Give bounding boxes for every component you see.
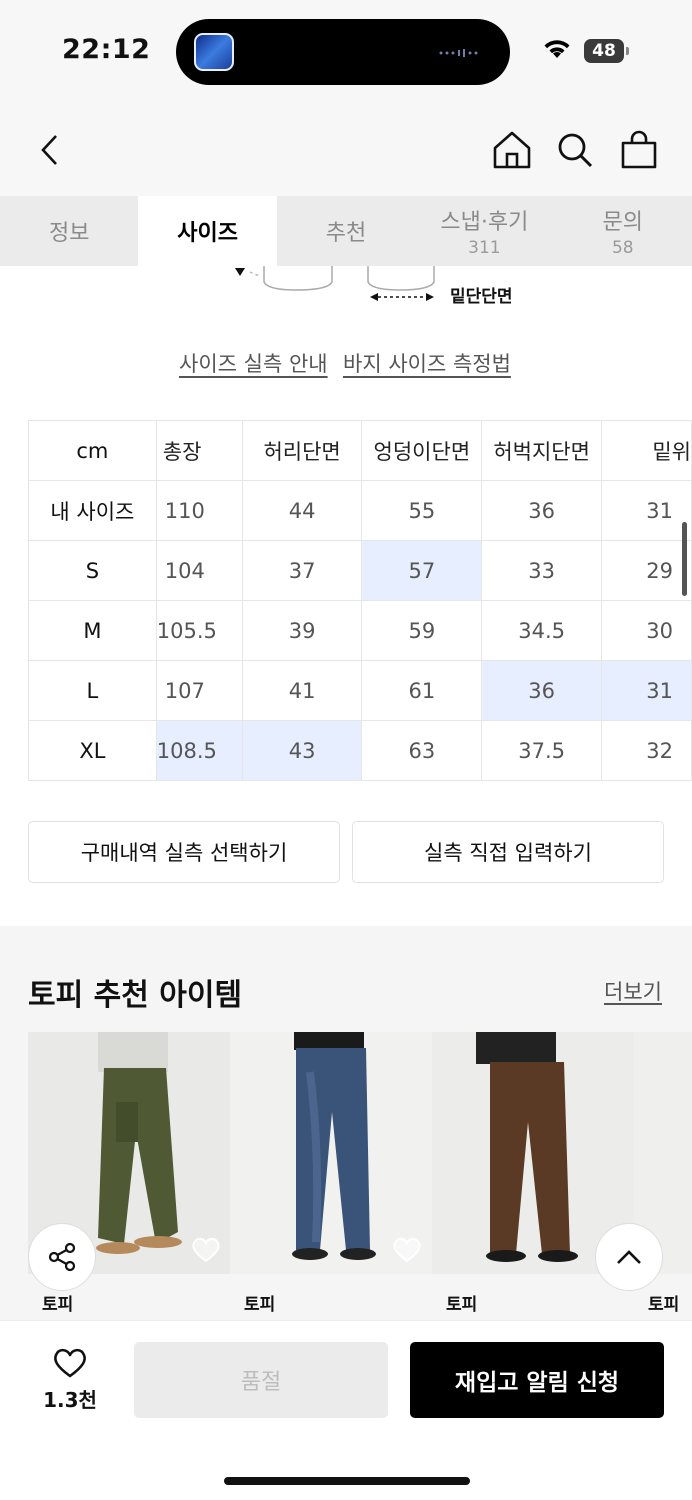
home-icon[interactable] [492, 130, 532, 170]
table-row[interactable]: M 105.5 39 59 34.5 30 [28, 600, 692, 661]
column-header: 밑위 [601, 420, 692, 481]
table-cell: 110 [155, 480, 243, 541]
manual-input-button[interactable]: 실측 직접 입력하기 [352, 821, 664, 883]
column-header: 총장 [155, 420, 243, 481]
table-row[interactable]: 내 사이즈 110 44 55 36 31 [28, 480, 692, 541]
table-cell: 39 [241, 600, 363, 661]
table-cell: 108.5 [155, 720, 243, 781]
table-cell: 105.5 [155, 600, 243, 661]
tab-size[interactable]: 사이즈 [138, 196, 277, 266]
like-heart-icon[interactable] [52, 1347, 88, 1379]
now-playing-app-icon [194, 33, 234, 71]
table-row[interactable]: S 104 37 57 33 29 [28, 540, 692, 601]
table-cell: 34.5 [481, 600, 603, 661]
top-nav [0, 100, 692, 196]
tab-snap-review[interactable]: 스냅·후기 311 [415, 196, 553, 266]
back-icon[interactable] [38, 134, 62, 166]
product-brand[interactable]: 토피 [648, 1290, 679, 1315]
hem-width-label: 밑단단면 [450, 287, 513, 307]
heart-icon[interactable] [191, 1237, 221, 1263]
table-cell: 32 [601, 720, 692, 781]
select-purchase-button[interactable]: 구매내역 실측 선택하기 [28, 821, 340, 883]
table-cell: 63 [361, 720, 483, 781]
more-link[interactable]: 더보기 [604, 976, 662, 1006]
product-brand[interactable]: 토피 [446, 1290, 477, 1315]
table-cell: 57 [361, 540, 483, 601]
unit-cell: cm [28, 420, 157, 481]
table-row[interactable]: L 107 41 61 36 31 [28, 660, 692, 721]
column-header: 엉덩이단면 [361, 420, 483, 481]
table-cell: 55 [361, 480, 483, 541]
heart-icon[interactable] [392, 1237, 422, 1263]
measure-guide-link[interactable]: 바지 사이즈 측정법 [343, 348, 511, 378]
table-cell: 61 [361, 660, 483, 721]
product-brand[interactable]: 토피 [42, 1290, 73, 1315]
table-cell: 44 [241, 480, 363, 541]
table-cell: 31 [601, 660, 692, 721]
like-count: 1.3천 [43, 1388, 97, 1412]
restock-alert-button[interactable]: 재입고 알림 신청 [410, 1342, 664, 1418]
size-table: cm 총장 허리단면 엉덩이단면 허벅지단면 밑위 내 사이즈 110 44 5… [28, 420, 692, 781]
tab-inquiry[interactable]: 문의 58 [554, 196, 692, 266]
chevron-up-icon [617, 1250, 641, 1264]
measurement-diagram [235, 266, 435, 301]
table-cell: 29 [601, 540, 692, 601]
table-cell: 43 [241, 720, 363, 781]
table-cell: 107 [155, 660, 243, 721]
row-label: S [28, 540, 157, 601]
table-cell: 36 [481, 660, 603, 721]
table-cell: 31 [601, 480, 692, 541]
review-count: 311 [468, 238, 501, 258]
table-cell: 37 [241, 540, 363, 601]
home-indicator[interactable] [224, 1477, 470, 1485]
dynamic-island [176, 19, 510, 85]
size-guide-link[interactable]: 사이즈 실측 안내 [179, 348, 328, 378]
soldout-button: 품절 [134, 1342, 388, 1418]
table-cell: 33 [481, 540, 603, 601]
recommend-title: 토피 추천 아이템 [28, 978, 243, 1013]
table-cell: 30 [601, 600, 692, 661]
row-label: M [28, 600, 157, 661]
search-icon[interactable] [556, 131, 594, 169]
row-label: 내 사이즈 [28, 480, 157, 541]
status-bar: 22:12 48 [0, 0, 692, 100]
row-label: XL [28, 720, 157, 781]
table-header-row: cm 총장 허리단면 엉덩이단면 허벅지단면 밑위 [28, 420, 692, 481]
table-cell: 37.5 [481, 720, 603, 781]
table-scrollbar[interactable] [682, 522, 687, 596]
tab-recommend[interactable]: 추천 [277, 196, 415, 266]
wifi-icon [544, 40, 570, 58]
row-label: L [28, 660, 157, 721]
product-brand[interactable]: 토피 [244, 1290, 275, 1315]
column-header: 허벅지단면 [481, 420, 603, 481]
audio-wave-icon [439, 49, 478, 57]
battery-indicator: 48 [584, 39, 629, 63]
table-cell: 36 [481, 480, 603, 541]
shopping-bag-icon[interactable] [620, 130, 658, 170]
product-tabs: 정보 사이즈 추천 스냅·후기 311 문의 58 [0, 196, 692, 266]
share-button[interactable] [28, 1223, 96, 1291]
table-cell: 104 [155, 540, 243, 601]
table-cell: 41 [241, 660, 363, 721]
share-icon [48, 1242, 76, 1272]
scroll-top-button[interactable] [595, 1223, 663, 1291]
inquiry-count: 58 [611, 238, 634, 258]
tab-info[interactable]: 정보 [0, 196, 138, 266]
table-row[interactable]: XL 108.5 43 63 37.5 32 [28, 720, 692, 781]
status-time: 22:12 [62, 34, 151, 65]
column-header: 허리단면 [241, 420, 363, 481]
table-cell: 59 [361, 600, 483, 661]
